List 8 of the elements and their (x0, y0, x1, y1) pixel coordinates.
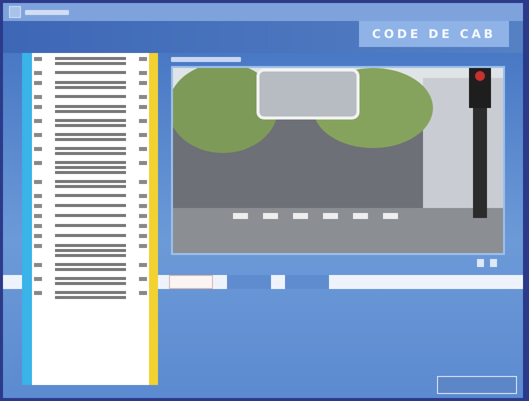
tab[interactable] (227, 275, 271, 289)
blurred-title-drawing (25, 10, 69, 14)
bottom-button[interactable] (437, 376, 517, 394)
blurred-caption-drawing (171, 57, 241, 62)
tab[interactable] (169, 275, 213, 289)
app-icon (9, 6, 21, 18)
header-title: CODE DE CAB (359, 21, 509, 47)
tab[interactable] (285, 275, 329, 289)
